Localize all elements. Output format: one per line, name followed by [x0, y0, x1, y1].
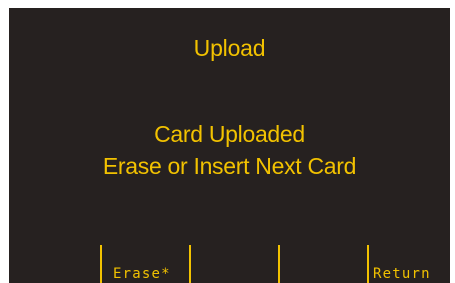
softkey-bar: Erase* Return: [9, 8, 450, 283]
softkey-divider: [189, 245, 191, 283]
display-screen: Upload Card Uploaded Erase or Insert Nex…: [9, 8, 450, 283]
softkey-divider: [100, 245, 102, 283]
softkey-divider: [367, 245, 369, 283]
softkey-divider: [278, 245, 280, 283]
softkey-return[interactable]: Return: [373, 266, 431, 283]
softkey-erase[interactable]: Erase*: [113, 266, 171, 283]
